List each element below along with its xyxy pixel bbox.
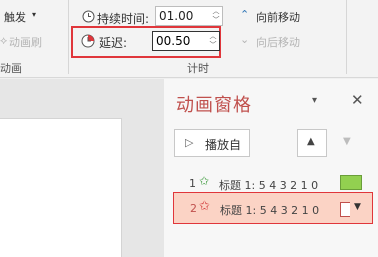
delay-row: 延迟: 00.50 ︿ ﹀ [80,31,220,53]
animation-item-label: 标题 1: 5 4 3 2 1 0 [219,179,319,192]
animation-painter-label: 动画刷 [9,36,42,49]
chevron-up-icon[interactable]: ︿ [211,7,221,16]
triangle-down-icon: ▼ [343,136,351,147]
delay-value: 00.50 [156,34,191,48]
delay-label: 延迟: [99,36,128,50]
timeline-bar[interactable] [340,202,350,217]
move-up-button[interactable]: ▲ [297,129,327,157]
effect-star-icon: ✩ [199,174,210,188]
trigger-label: 触发 [4,11,26,24]
chevron-down-icon[interactable]: ﹀ [211,16,221,25]
duration-input[interactable]: 01.00 ︿ ﹀ [155,6,223,26]
duration-value: 01.00 [159,9,194,23]
duration-label: 持续时间: [97,12,150,26]
move-down-button[interactable]: ▼ [334,129,364,157]
move-earlier-label: 向前移动 [256,11,300,24]
delay-input[interactable]: 00.50 ︿ ﹀ [152,31,220,51]
animation-item-index: 2 [190,202,197,215]
delay-spinner[interactable]: ︿ ﹀ [208,32,218,50]
pane-title: 动画窗格 [176,95,252,116]
move-later-button[interactable]: ⌄ 向后移动 [240,33,330,51]
group-divider [346,0,347,74]
slide-preview[interactable] [0,118,122,257]
animation-item-label: 标题 1: 5 4 3 2 1 0 [220,204,320,217]
chevron-down-icon: ▾ [32,10,37,19]
animation-item-index: 1 [189,177,196,190]
chevron-up-icon[interactable]: ︿ [208,32,218,41]
animation-list-item[interactable]: 1 ✩ 标题 1: 5 4 3 2 1 0 [174,173,374,193]
triangle-up-icon: ▲ [307,136,315,147]
close-icon[interactable]: ✕ [351,91,364,109]
ribbon: 触发 ▾ ⟡ 动画刷 动画 持续时间: 01.00 ︿ ﹀ 延迟: 00.50 … [0,0,378,78]
animation-painter-icon: ⟡ [0,34,8,47]
duration-row: 持续时间: 01.00 ︿ ﹀ [80,6,226,28]
arrow-up-icon: ⌃ [240,8,250,21]
group-label-timing: 计时 [187,62,209,75]
timeline-bar[interactable] [340,175,362,190]
play-from-label: 播放自 [205,138,242,152]
effect-star-icon: ✩ [199,199,210,214]
arrow-down-icon: ⌄ [240,33,250,46]
move-later-label: 向后移动 [256,36,300,49]
animation-list-item-selected[interactable]: 2 ✩ 标题 1: 5 4 3 2 1 0 ▼ [173,192,373,224]
play-icon: ▷ [185,136,194,149]
item-options-chevron-icon[interactable]: ▼ [354,202,361,212]
play-from-button[interactable]: ▷ 播放自 [174,129,250,157]
group-divider [68,0,69,74]
clock-icon [82,10,95,23]
group-label-animation: 动画 [0,62,22,75]
animation-pane: 动画窗格 ▾ ✕ ▷ 播放自 ▲ ▼ 1 ✩ 标题 1: 5 4 3 2 1 0… [164,79,378,257]
duration-spinner[interactable]: ︿ ﹀ [211,7,221,25]
move-earlier-button[interactable]: ⌃ 向前移动 [240,8,330,26]
delay-clock-icon [81,34,95,48]
chevron-down-icon[interactable]: ﹀ [208,41,218,50]
pane-options-chevron-icon[interactable]: ▾ [312,95,317,106]
animation-painter-button[interactable]: ⟡ 动画刷 [0,32,64,50]
